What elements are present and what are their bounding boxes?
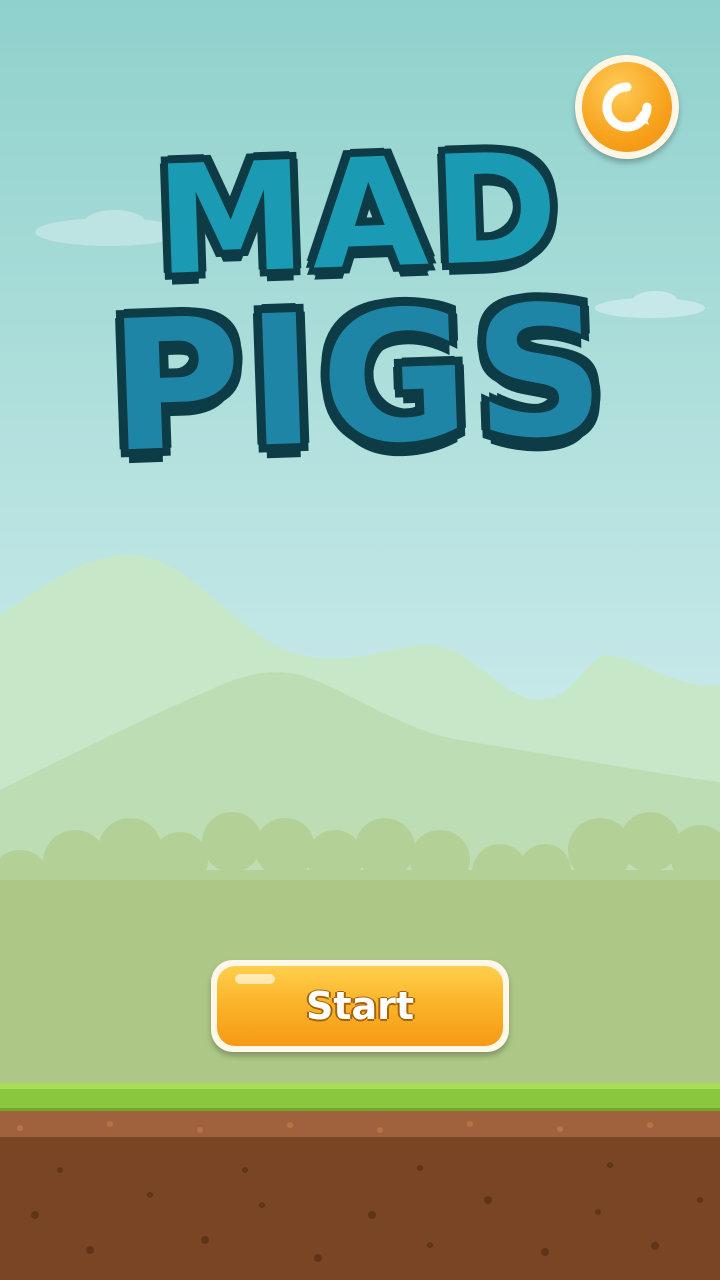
refresh-button[interactable]: [575, 55, 679, 159]
game-scene: MAD PIGS Start: [0, 0, 720, 1280]
start-button-label: Start: [305, 984, 415, 1028]
refresh-icon: [602, 82, 652, 132]
title-line2: PIGS: [106, 266, 614, 493]
start-button[interactable]: Start: [211, 960, 509, 1052]
title-pigs: PIGS: [0, 266, 720, 493]
